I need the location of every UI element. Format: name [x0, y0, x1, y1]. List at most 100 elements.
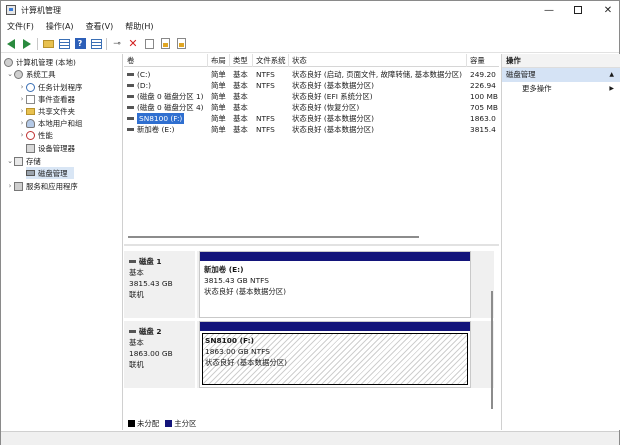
tree-item-performance[interactable]: › 性能: [18, 129, 53, 141]
chevron-right-icon[interactable]: ›: [18, 83, 26, 91]
tree-item-system-tools[interactable]: ⌄ 系统工具: [6, 68, 56, 80]
disk-state: 联机: [129, 290, 144, 299]
tree-item-services[interactable]: › 服务和应用程序: [6, 180, 78, 192]
column-header-layout[interactable]: 布局: [208, 54, 230, 67]
volume-capacity: 100 MB: [470, 92, 498, 101]
volume-icon: [127, 95, 134, 98]
disk-info[interactable]: 磁盘 2 基本 1863.00 GB 联机: [124, 321, 197, 388]
volume-type: 基本: [233, 81, 248, 90]
users-icon: [26, 118, 35, 128]
volume-name: (磁盘 0 磁盘分区 1): [137, 92, 204, 101]
partition-block[interactable]: 新加卷 (E:) 3815.43 GB NTFS 状态良好 (基本数据分区): [199, 251, 471, 318]
computer-management-window: 计算机管理 — ✕ 文件(F) 操作(A) 查看(V) 帮助(H) ? ⊸ ✕ …: [0, 0, 620, 445]
status-bar: [1, 431, 619, 445]
volume-layout: 简单: [211, 70, 226, 79]
volume-row[interactable]: (D:) 简单 基本 NTFS 状态良好 (基本数据分区) 226.94: [124, 80, 499, 91]
volume-row[interactable]: (磁盘 0 磁盘分区 4) 简单 基本 状态良好 (恢复分区) 705 MB: [124, 102, 499, 113]
window-title: 计算机管理: [21, 5, 61, 15]
primary-partition-bar: [200, 322, 470, 331]
menu-view[interactable]: 查看(V): [86, 21, 114, 32]
import-button[interactable]: [159, 38, 171, 50]
details-view-button[interactable]: [90, 38, 102, 50]
vertical-scrollbar[interactable]: [491, 291, 493, 409]
menu-action[interactable]: 操作(A): [46, 21, 74, 32]
maximize-button[interactable]: [561, 1, 595, 19]
volume-icon: [127, 106, 134, 109]
disk-kind: 基本: [129, 268, 144, 277]
properties-button[interactable]: [175, 38, 187, 50]
tree-item-event-viewer[interactable]: › 事件查看器: [18, 93, 75, 105]
clock-icon: [26, 82, 35, 92]
chevron-right-icon[interactable]: ›: [18, 119, 26, 127]
import-icon: [160, 38, 170, 49]
forward-button[interactable]: [21, 38, 33, 50]
menu-bar: 文件(F) 操作(A) 查看(V) 帮助(H): [1, 19, 619, 34]
volume-type: 基本: [233, 70, 248, 79]
performance-icon: [26, 130, 35, 140]
back-button[interactable]: [5, 38, 17, 50]
column-header-capacity[interactable]: 容量: [467, 54, 499, 67]
help-button[interactable]: ?: [74, 38, 86, 50]
volume-layout: 简单: [211, 114, 226, 123]
tree-item-label: 共享文件夹: [38, 106, 75, 116]
column-header-volume[interactable]: 卷: [124, 54, 208, 67]
actions-section-label: 磁盘管理: [506, 70, 536, 79]
tree-item-label: 性能: [38, 130, 53, 140]
pane-splitter[interactable]: [124, 244, 499, 246]
chevron-right-icon[interactable]: ›: [18, 95, 26, 103]
up-folder-button[interactable]: [42, 38, 54, 50]
partition-detail: 3815.43 GB NTFS: [204, 276, 269, 285]
tree-item-disk-management[interactable]: 磁盘管理: [26, 167, 74, 179]
delete-button[interactable]: ✕: [127, 37, 139, 50]
tree-item-shared-folders[interactable]: › 共享文件夹: [18, 105, 75, 117]
folder-icon: [42, 39, 54, 48]
volume-row[interactable]: (磁盘 0 磁盘分区 1) 简单 基本 状态良好 (EFI 系统分区) 100 …: [124, 91, 499, 102]
tree-item-root[interactable]: 计算机管理 (本地): [4, 56, 76, 68]
close-button[interactable]: ✕: [591, 1, 620, 19]
event-log-icon: [26, 94, 35, 104]
menu-file[interactable]: 文件(F): [7, 21, 34, 32]
more-actions[interactable]: 更多操作 ▶: [502, 82, 620, 96]
tree-item-label: 系统工具: [26, 69, 56, 79]
chevron-right-icon[interactable]: ›: [18, 131, 26, 139]
column-header-type[interactable]: 类型: [230, 54, 253, 67]
tree-item-label: 服务和应用程序: [26, 181, 78, 191]
legend: 未分配 主分区: [124, 416, 499, 430]
show-hide-tree-button[interactable]: [58, 38, 70, 50]
column-header-filesystem[interactable]: 文件系统: [253, 54, 289, 67]
volume-row[interactable]: 新加卷 (E:) 简单 基本 NTFS 状态良好 (基本数据分区) 3815.4: [124, 124, 499, 135]
chevron-down-icon[interactable]: ⌄: [6, 157, 14, 165]
disk-info[interactable]: 磁盘 1 基本 3815.43 GB 联机: [124, 251, 197, 318]
volume-icon: [127, 84, 134, 87]
title-bar: 计算机管理 — ✕: [1, 1, 619, 19]
connect-button[interactable]: ⊸: [111, 38, 123, 50]
volume-name: (D:): [137, 81, 151, 90]
disk-row[interactable]: 磁盘 2 基本 1863.00 GB 联机 SN8100 (F:) 1863.0…: [124, 321, 494, 388]
tree-item-local-users[interactable]: › 本地用户和组: [18, 117, 82, 129]
volume-status: 状态良好 (恢复分区): [292, 103, 360, 112]
volume-status: 状态良好 (EFI 系统分区): [292, 92, 373, 101]
delete-icon: ✕: [128, 37, 138, 50]
disk-row[interactable]: 磁盘 1 基本 3815.43 GB 联机 新加卷 (E:) 3815.43 G…: [124, 251, 494, 318]
volume-capacity: 705 MB: [470, 103, 498, 112]
chevron-right-icon[interactable]: ›: [18, 107, 26, 115]
tree-item-storage[interactable]: ⌄ 存储: [6, 155, 41, 167]
volume-row-selected[interactable]: SN8100 (F:) 简单 基本 NTFS 状态良好 (基本数据分区) 186…: [124, 113, 499, 124]
partition-block-selected[interactable]: SN8100 (F:) 1863.00 GB NTFS 状态良好 (基本数据分区…: [199, 321, 471, 388]
volume-row[interactable]: (C:) 简单 基本 NTFS 状态良好 (启动, 页面文件, 故障转储, 基本…: [124, 69, 499, 80]
horizontal-scrollbar[interactable]: [128, 236, 419, 238]
chevron-right-icon[interactable]: ›: [6, 182, 14, 190]
column-header-status[interactable]: 状态: [289, 54, 467, 67]
actions-pane: 操作 磁盘管理 ▲ 更多操作 ▶: [501, 54, 620, 430]
tree-item-task-scheduler[interactable]: › 任务计划程序: [18, 81, 82, 93]
check-button[interactable]: [143, 38, 155, 50]
volume-icon: [127, 128, 134, 131]
check-icon: [144, 38, 154, 49]
actions-section-disk-management[interactable]: 磁盘管理 ▲: [502, 68, 620, 82]
tree-item-device-manager[interactable]: 设备管理器: [26, 142, 75, 154]
volume-capacity: 3815.4: [470, 125, 496, 134]
disk-name: 磁盘 1: [139, 257, 162, 266]
chevron-down-icon[interactable]: ⌄: [6, 70, 14, 78]
tree-item-label: 本地用户和组: [38, 118, 83, 128]
menu-help[interactable]: 帮助(H): [125, 21, 153, 32]
